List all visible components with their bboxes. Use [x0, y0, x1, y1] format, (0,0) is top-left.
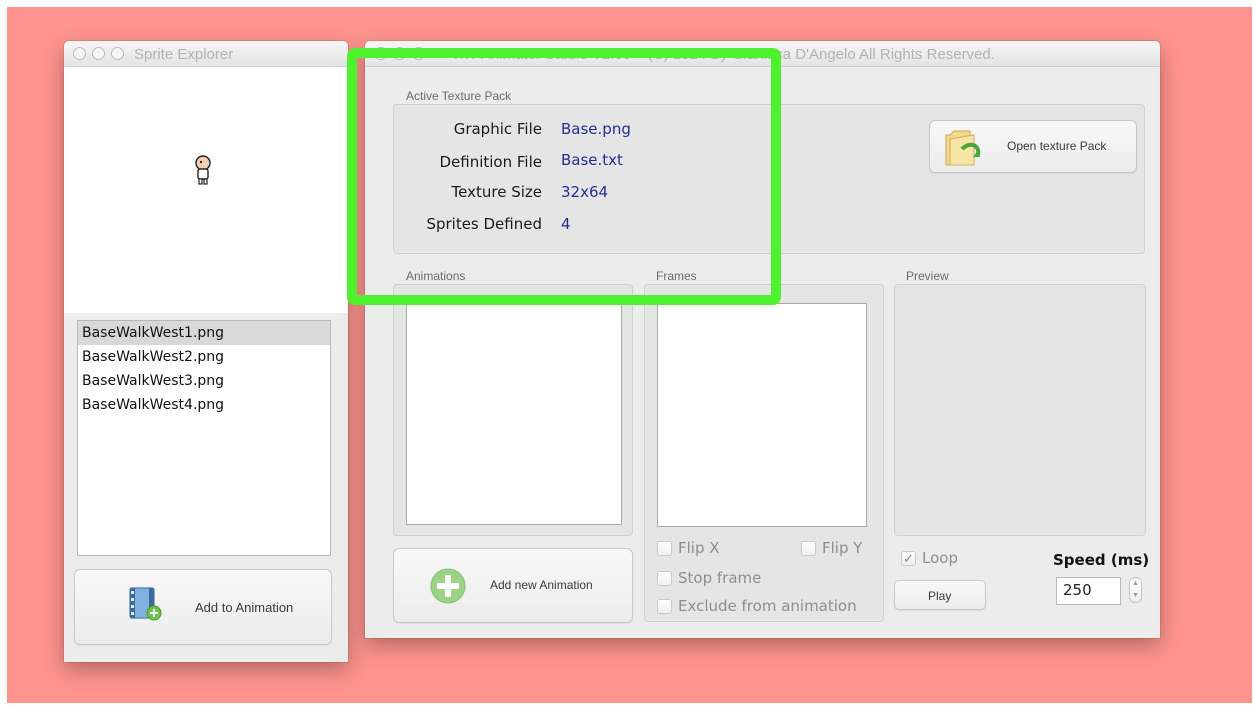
- add-circle-icon: [430, 568, 466, 604]
- sprite-list-item[interactable]: BaseWalkWest4.png: [78, 393, 330, 417]
- graphic-file-label: Graphic File: [453, 120, 542, 138]
- sprite-character-icon: [195, 155, 211, 185]
- window-title: – TnT Animator Studio V1.00 – (C) 2014 B…: [439, 46, 995, 63]
- exclude-from-animation-checkbox[interactable]: Exclude from animation: [657, 597, 857, 615]
- stop-frame-box[interactable]: [657, 570, 672, 586]
- sprite-explorer-content: BaseWalkWest1.png BaseWalkWest2.png Base…: [64, 67, 348, 662]
- sprite-list-item[interactable]: BaseWalkWest3.png: [78, 369, 330, 393]
- texture-pack-group: Graphic File Definition File Texture Siz…: [393, 104, 1145, 254]
- animations-heading: Animations: [406, 269, 466, 283]
- sprite-explorer-titlebar: Sprite Explorer: [64, 41, 348, 67]
- play-label: Play: [928, 589, 952, 603]
- exclude-from-animation-label: Exclude from animation: [678, 597, 857, 615]
- play-button[interactable]: Play: [894, 580, 986, 610]
- flip-x-box[interactable]: [657, 540, 672, 556]
- stop-frame-label: Stop frame: [678, 569, 762, 587]
- sprites-defined-label: Sprites Defined: [426, 215, 542, 233]
- flip-y-box[interactable]: [801, 540, 816, 556]
- minimize-window-button[interactable]: [393, 47, 406, 60]
- preview-area: [894, 284, 1146, 536]
- speed-label: Speed (ms): [1053, 551, 1150, 569]
- graphic-file-value: Base.png: [561, 120, 631, 138]
- flip-y-checkbox[interactable]: Flip Y: [801, 539, 862, 557]
- add-new-animation-label: Add new Animation: [490, 578, 593, 592]
- add-new-animation-button[interactable]: Add new Animation: [393, 548, 633, 623]
- flip-x-label: Flip X: [678, 539, 720, 557]
- film-add-icon: [129, 587, 162, 621]
- speed-input[interactable]: 250: [1056, 577, 1121, 605]
- texture-pack-labels: Graphic File Definition File Texture Siz…: [394, 105, 542, 255]
- window-controls: [374, 47, 425, 60]
- animator-studio-window: – TnT Animator Studio V1.00 – (C) 2014 B…: [365, 41, 1160, 638]
- flip-y-label: Flip Y: [822, 539, 863, 557]
- sprite-list-item[interactable]: BaseWalkWest2.png: [78, 345, 330, 369]
- animations-group: [393, 284, 633, 536]
- window-title: Sprite Explorer: [134, 46, 234, 63]
- add-to-animation-label: Add to Animation: [195, 600, 294, 615]
- flip-x-checkbox[interactable]: Flip X: [657, 539, 720, 557]
- sprites-defined-value: 4: [561, 215, 571, 233]
- definition-file-value: Base.txt: [561, 151, 623, 169]
- preview-heading: Preview: [906, 269, 949, 283]
- window-controls: [73, 47, 124, 60]
- active-texture-pack-heading: Active Texture Pack: [406, 89, 512, 103]
- definition-file-label: Definition File: [439, 153, 542, 171]
- sprite-explorer-window: Sprite Explorer BaseWalkWest1.png BaseWa…: [64, 41, 348, 662]
- open-texture-pack-label: Open texture Pack: [1007, 139, 1107, 153]
- close-window-button[interactable]: [374, 47, 387, 60]
- stop-frame-checkbox[interactable]: Stop frame: [657, 569, 761, 587]
- loop-checkbox[interactable]: ✓ Loop: [901, 549, 958, 567]
- close-window-button[interactable]: [73, 47, 86, 60]
- frames-group: Flip X Flip Y Stop frame Exclude from an…: [644, 284, 884, 622]
- open-texture-pack-button[interactable]: Open texture Pack: [929, 120, 1137, 173]
- sprite-list-item[interactable]: BaseWalkWest1.png: [78, 321, 330, 345]
- sprite-preview-area: [64, 67, 348, 313]
- frames-list[interactable]: [657, 303, 867, 527]
- frames-heading: Frames: [656, 269, 697, 283]
- folder-open-icon: [945, 130, 981, 166]
- animations-list[interactable]: [406, 297, 622, 525]
- texture-size-label: Texture Size: [451, 183, 542, 201]
- sprite-list[interactable]: BaseWalkWest1.png BaseWalkWest2.png Base…: [77, 320, 331, 556]
- loop-checkmark-icon[interactable]: ✓: [901, 550, 916, 566]
- add-to-animation-button[interactable]: Add to Animation: [74, 569, 332, 645]
- animator-titlebar: – TnT Animator Studio V1.00 – (C) 2014 B…: [365, 41, 1160, 67]
- loop-label: Loop: [922, 549, 958, 567]
- speed-stepper[interactable]: ▲ ▼: [1129, 577, 1142, 603]
- minimize-window-button[interactable]: [92, 47, 105, 60]
- exclude-from-animation-box[interactable]: [657, 598, 672, 614]
- texture-size-value: 32x64: [561, 183, 609, 201]
- zoom-window-button[interactable]: [412, 47, 425, 60]
- zoom-window-button[interactable]: [111, 47, 124, 60]
